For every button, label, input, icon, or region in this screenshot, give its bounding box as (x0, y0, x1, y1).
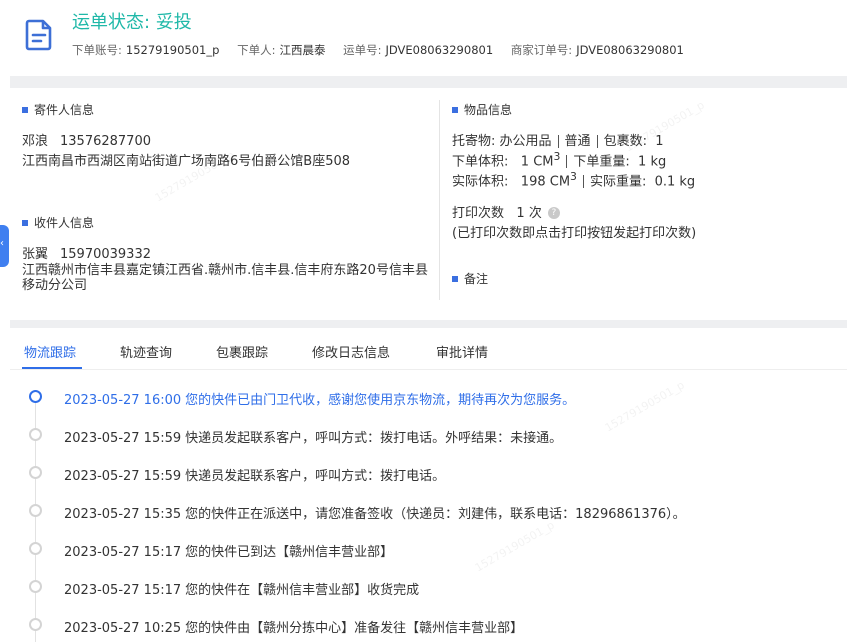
section-marker-icon (452, 106, 458, 113)
goods-panel: 物品信息 托寄物: 办公用品 普通 包裹数: 1 下单体积: 1 CM3 下单重量: … (440, 88, 847, 320)
section-separator (10, 320, 847, 328)
tab-logistics-tracking[interactable]: 物流跟踪 (24, 342, 76, 361)
document-icon (25, 19, 52, 51)
event-text: 您的快件由【赣州分拣中心】准备发往【赣州信丰营业部】 (185, 621, 524, 636)
tab-track-query[interactable]: 轨迹查询 (120, 342, 172, 361)
goods-item: 办公用品 (499, 134, 552, 149)
meta-merchant-order-no: 商家订单号: JDVE08063290801 (510, 43, 684, 57)
order-volume: 1 CM (520, 154, 554, 170)
sender-section-title: 寄件人信息 (22, 101, 94, 118)
timeline-item: 2023-05-27 15:59 快递员发起联系客户，呼叫方式：拨打电话。 (0, 465, 847, 503)
detail-tabs: 物流跟踪 轨迹查询 包裹跟踪 修改日志信息 审批详情 (10, 328, 847, 370)
sender-name: 邓浪 (22, 134, 49, 149)
receiver-name: 张翼 (22, 247, 49, 262)
timeline-dot-icon (29, 390, 42, 403)
chevron-left-icon: ‹ (0, 238, 4, 249)
receiver-section-title: 收件人信息 (22, 214, 94, 231)
timeline-dot-icon (29, 618, 42, 631)
event-text: 快递员发起联系客户，呼叫方式：拨打电话。 (185, 469, 446, 484)
contact-panel: 寄件人信息 邓浪 13576287700 江西南昌市西湖区南站街道广场南路6号伯爵… (10, 88, 440, 320)
event-time: 2023-05-27 15:59 (64, 469, 182, 484)
tab-change-log[interactable]: 修改日志信息 (312, 342, 390, 361)
timeline-item: 2023-05-27 15:35 您的快件正在派送中，请您准备签收（快递员：刘建伟… (0, 503, 847, 541)
actual-weight: 0.1 kg (654, 174, 696, 190)
waybill-status: 运单状态: 妥投 (72, 8, 192, 34)
waybill-header: 运单状态: 妥投 下单账号: 15279190501_p 下单人: 江西晨泰 运单号… (0, 0, 847, 76)
timeline-dot-icon (29, 542, 42, 555)
tab-package-tracking[interactable]: 包裹跟踪 (216, 342, 268, 361)
active-tab-indicator (22, 367, 82, 369)
timeline-dot-icon (29, 466, 42, 479)
actual-volume: 198 CM (520, 174, 571, 190)
timeline-item: 2023-05-27 10:25 您的快件由【赣州分拣中心】准备发往【赣州信丰营业… (0, 617, 847, 642)
section-marker-icon (22, 106, 28, 113)
goods-section-title: 物品信息 (452, 101, 512, 118)
sender-address: 江西南昌市西湖区南站街道广场南路6号伯爵公馆B座508 (22, 154, 351, 169)
event-time: 2023-05-27 15:17 (64, 545, 182, 560)
event-time: 2023-05-27 15:17 (64, 583, 182, 598)
event-time: 2023-05-27 10:25 (64, 621, 182, 636)
receiver-address: 江西赣州市信丰县嘉定镇江西省.赣州市.信丰县.信丰府东路20号信丰县移动分公司 (22, 263, 428, 293)
section-marker-icon (452, 275, 458, 282)
event-text: 您的快件在【赣州信丰营业部】收货完成 (185, 583, 420, 598)
order-weight: 1 kg (638, 154, 667, 170)
help-icon[interactable]: ? (547, 206, 560, 219)
print-count-note: (已打印次数即点击打印按钮发起打印次数) (452, 226, 697, 241)
actual-volume-weight-row: 实际体积: 198 CM3 实际重量: 0.1 kg (452, 170, 696, 190)
goods-item-row: 托寄物: 办公用品 普通 包裹数: 1 (452, 134, 664, 149)
remarks-section-title: 备注 (452, 270, 488, 287)
event-time: 2023-05-27 15:59 (64, 431, 182, 446)
event-time: 2023-05-27 15:35 (64, 507, 182, 522)
meta-waybill-no: 运单号: JDVE08063290801 (343, 43, 494, 57)
timeline-dot-icon (29, 580, 42, 593)
print-count-row: 打印次数 1 次? (452, 202, 560, 221)
waybill-meta: 下单账号: 15279190501_p 下单人: 江西晨泰 运单号: JDVE0806… (72, 42, 698, 58)
event-text: 快递员发起联系客户，呼叫方式：拨打电话。外呼结果：未接通。 (185, 431, 563, 446)
print-count: 1 次 (516, 206, 542, 221)
timeline-dot-icon (29, 428, 42, 441)
section-marker-icon (22, 219, 28, 226)
timeline-dot-icon (29, 504, 42, 517)
event-text: 您的快件正在派送中，请您准备签收（快递员：刘建伟，联系电话：1829686137… (185, 507, 686, 522)
goods-type: 普通 (564, 134, 591, 149)
receiver-phone: 15970039332 (60, 247, 151, 262)
meta-order-account: 下单账号: 15279190501_p (72, 43, 220, 57)
event-text: 您的快件已由门卫代收，感谢您使用京东物流，期待再次为您服务。 (185, 393, 576, 408)
event-text: 您的快件已到达【赣州信丰营业部】 (185, 545, 394, 560)
timeline-item: 2023-05-27 15:17 您的快件已到达【赣州信丰营业部】 (0, 541, 847, 579)
package-count: 1 (655, 134, 664, 149)
receiver-contact: 张翼 15970039332 (22, 243, 151, 262)
timeline-item: 2023-05-27 15:59 快递员发起联系客户，呼叫方式：拨打电话。外呼结果… (0, 427, 847, 465)
sender-contact: 邓浪 13576287700 (22, 130, 151, 149)
order-volume-weight-row: 下单体积: 1 CM3 下单重量: 1 kg (452, 150, 667, 170)
timeline-item: 2023-05-27 16:00 您的快件已由门卫代收，感谢您使用京东物流，期待再… (0, 389, 847, 427)
status-value: 妥投 (155, 12, 192, 33)
status-label: 运单状态: (72, 12, 151, 33)
section-separator (10, 76, 847, 88)
side-collapse-tab[interactable]: ‹ (0, 225, 9, 267)
tracking-timeline: 2023-05-27 16:00 您的快件已由门卫代收，感谢您使用京东物流，期待再… (0, 370, 847, 642)
tab-approval-details[interactable]: 审批详情 (436, 342, 488, 361)
sender-phone: 13576287700 (60, 134, 151, 149)
timeline-item: 2023-05-27 15:17 您的快件在【赣州信丰营业部】收货完成 (0, 579, 847, 617)
meta-orderer: 下单人: 江西晨泰 (237, 43, 326, 57)
event-time: 2023-05-27 16:00 (64, 393, 182, 408)
